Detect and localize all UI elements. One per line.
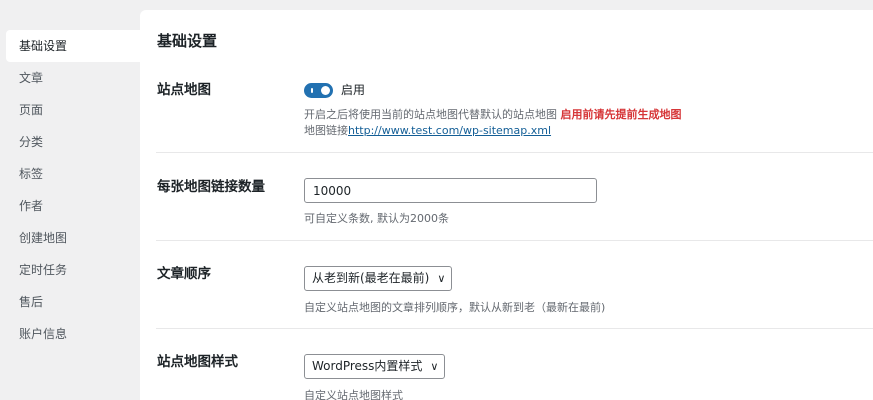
row-divider xyxy=(156,240,873,241)
sidebar-item-scheduled-tasks[interactable]: 定时任务 xyxy=(6,254,140,286)
sitemap-link-line: 地图链接http://www.test.com/wp-sitemap.xml xyxy=(304,123,551,139)
settings-sidebar: 基础设置 文章 页面 分类 标签 作者 创建地图 定时任务 售后 账户信息 xyxy=(0,0,140,400)
toggle-knob xyxy=(321,86,330,95)
sitemap-label: 站点地图 xyxy=(157,82,211,98)
sitemap-toggle[interactable] xyxy=(304,83,333,98)
toggle-label: 启用 xyxy=(341,83,366,97)
row-divider xyxy=(156,152,873,153)
sitemap-url-link[interactable]: http://www.test.com/wp-sitemap.xml xyxy=(348,124,551,137)
sitemap-description: 开启之后将使用当前的站点地图代替默认的站点地图 启用前请先提前生成地图 xyxy=(304,107,682,123)
post-order-selected: 从老到新(最老在最前) xyxy=(312,271,430,285)
sidebar-item-categories[interactable]: 分类 xyxy=(6,126,140,158)
sidebar-item-account-info[interactable]: 账户信息 xyxy=(6,318,140,350)
sidebar-item-pages[interactable]: 页面 xyxy=(6,94,140,126)
sitemap-style-description: 自定义站点地图样式 xyxy=(304,389,403,400)
page-title: 基础设置 xyxy=(157,32,218,50)
post-order-description: 自定义站点地图的文章排列顺序，默认从新到老（最新在最前) xyxy=(304,301,606,314)
sitemap-warning-text: 启用前请先提前生成地图 xyxy=(560,108,682,121)
sidebar-item-tags[interactable]: 标签 xyxy=(6,158,140,190)
toggle-on-indicator xyxy=(311,88,313,93)
chevron-down-icon: ∨ xyxy=(430,360,439,373)
sitemap-link-prefix: 地图链接 xyxy=(304,124,348,137)
post-order-label: 文章顺序 xyxy=(157,266,211,282)
sidebar-item-after-sales[interactable]: 售后 xyxy=(6,286,140,318)
row-divider xyxy=(156,328,873,329)
sidebar-item-posts[interactable]: 文章 xyxy=(6,62,140,94)
sitemap-style-label: 站点地图样式 xyxy=(157,354,238,370)
link-count-description: 可自定义条数, 默认为2000条 xyxy=(304,212,449,225)
sidebar-item-authors[interactable]: 作者 xyxy=(6,190,140,222)
sitemap-style-selected: WordPress内置样式 xyxy=(312,359,423,373)
link-count-label: 每张地图链接数量 xyxy=(157,179,265,195)
post-order-select[interactable]: 从老到新(最老在最前) ∨ xyxy=(304,266,453,291)
sidebar-item-basic-settings[interactable]: 基础设置 xyxy=(6,30,140,62)
sitemap-style-select[interactable]: WordPress内置样式 ∨ xyxy=(304,354,446,379)
settings-panel: 基础设置 站点地图 启用 开启之后将使用当前的站点地图代替默认的站点地图 启用前… xyxy=(140,10,873,400)
sidebar-item-create-map[interactable]: 创建地图 xyxy=(6,222,140,254)
chevron-down-icon: ∨ xyxy=(437,272,446,285)
sitemap-description-text: 开启之后将使用当前的站点地图代替默认的站点地图 xyxy=(304,108,557,121)
link-count-input[interactable] xyxy=(304,178,597,203)
